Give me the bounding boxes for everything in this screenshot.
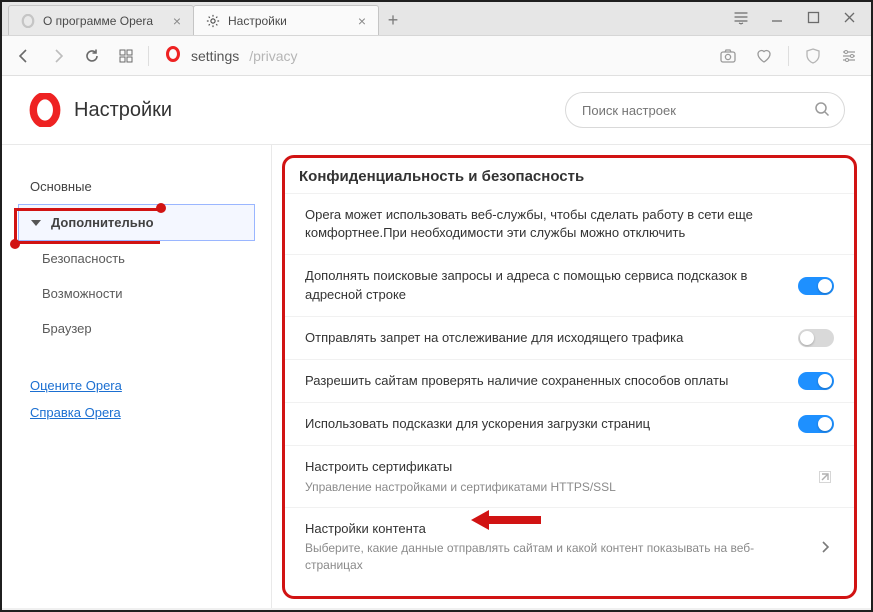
privacy-section: Конфиденциальность и безопасность Opera …	[282, 155, 857, 599]
reload-button[interactable]	[80, 44, 104, 68]
settings-search[interactable]	[565, 92, 845, 128]
row-content-settings[interactable]: Настройки контента Выберите, какие данны…	[285, 507, 854, 586]
heart-icon[interactable]	[752, 44, 776, 68]
toggle-dnt[interactable]	[798, 329, 834, 347]
separator	[788, 46, 789, 66]
opera-icon	[21, 14, 35, 28]
row-label: Дополнять поисковые запросы и адреса с п…	[305, 267, 786, 303]
chevron-right-icon	[816, 538, 834, 556]
search-input[interactable]	[580, 102, 814, 119]
tab-label: О программе Opera	[43, 14, 153, 28]
sidebar-item-label: Дополнительно	[51, 215, 154, 230]
row-label: Настроить сертификаты	[305, 458, 804, 476]
row-dnt[interactable]: Отправлять запрет на отслеживание для ис…	[285, 316, 854, 359]
forward-button[interactable]	[46, 44, 70, 68]
sidebar: Основные Дополнительно Безопасность Возм…	[2, 145, 272, 608]
separator	[148, 46, 149, 66]
close-tab-icon[interactable]: ×	[358, 14, 366, 28]
opera-badge-icon	[165, 46, 181, 65]
search-icon	[814, 101, 830, 120]
menu-icon[interactable]	[731, 7, 751, 27]
sidebar-item-advanced[interactable]: Дополнительно	[18, 204, 255, 241]
back-button[interactable]	[12, 44, 36, 68]
rate-opera-link[interactable]: Оцените Opera	[18, 372, 255, 399]
address-path: settings	[191, 48, 239, 64]
window-controls	[717, 0, 873, 34]
close-icon[interactable]	[839, 7, 859, 27]
toggle-preload[interactable]	[798, 415, 834, 433]
tab-settings[interactable]: Настройки ×	[193, 5, 379, 35]
page-header: Настройки	[2, 76, 871, 145]
external-link-icon	[816, 468, 834, 486]
sidebar-item-features[interactable]: Возможности	[18, 276, 255, 311]
shield-icon[interactable]	[801, 44, 825, 68]
easy-setup-icon[interactable]	[837, 44, 861, 68]
page-title: Настройки	[74, 99, 172, 122]
toggle-payment[interactable]	[798, 372, 834, 390]
settings-page: Настройки Основные Дополнительно Безопас…	[2, 76, 871, 608]
toggle-suggestions[interactable]	[798, 277, 834, 295]
section-title: Конфиденциальность и безопасность	[285, 162, 854, 193]
address-bar[interactable]: settings/privacy	[159, 46, 297, 65]
content: Основные Дополнительно Безопасность Возм…	[2, 145, 871, 608]
row-label: Использовать подсказки для ускорения заг…	[305, 415, 786, 433]
toolbar: settings/privacy	[2, 36, 871, 76]
row-payment[interactable]: Разрешить сайтам проверять наличие сохра…	[285, 359, 854, 402]
speed-dial-button[interactable]	[114, 44, 138, 68]
sidebar-item-basic[interactable]: Основные	[18, 169, 255, 204]
gear-icon	[206, 14, 220, 28]
row-preload[interactable]: Использовать подсказки для ускорения заг…	[285, 402, 854, 445]
row-certificates[interactable]: Настроить сертификаты Управление настрой…	[285, 445, 854, 507]
sidebar-item-security[interactable]: Безопасность	[18, 241, 255, 276]
row-label: Настройки контента	[305, 520, 804, 538]
tab-about-opera[interactable]: О программе Opera ×	[8, 5, 194, 35]
row-sublabel: Выберите, какие данные отправлять сайтам…	[305, 540, 804, 574]
close-tab-icon[interactable]: ×	[173, 14, 181, 28]
opera-logo	[28, 93, 62, 127]
help-opera-link[interactable]: Справка Opera	[18, 399, 255, 426]
address-subpath: /privacy	[249, 48, 297, 64]
minimize-icon[interactable]	[767, 7, 787, 27]
new-tab-button[interactable]: +	[378, 5, 408, 35]
tab-label: Настройки	[228, 14, 287, 28]
row-label: Отправлять запрет на отслеживание для ис…	[305, 329, 786, 347]
row-suggestions[interactable]: Дополнять поисковые запросы и адреса с п…	[285, 254, 854, 315]
row-sublabel: Управление настройками и сертификатами H…	[305, 479, 804, 496]
snapshot-icon[interactable]	[716, 44, 740, 68]
sidebar-item-browser[interactable]: Браузер	[18, 311, 255, 346]
main-panel: Конфиденциальность и безопасность Opera …	[272, 145, 871, 608]
maximize-icon[interactable]	[803, 7, 823, 27]
row-label: Разрешить сайтам проверять наличие сохра…	[305, 372, 786, 390]
section-intro: Opera может использовать веб-службы, что…	[305, 206, 834, 242]
section-intro-row: Opera может использовать веб-службы, что…	[285, 193, 854, 254]
